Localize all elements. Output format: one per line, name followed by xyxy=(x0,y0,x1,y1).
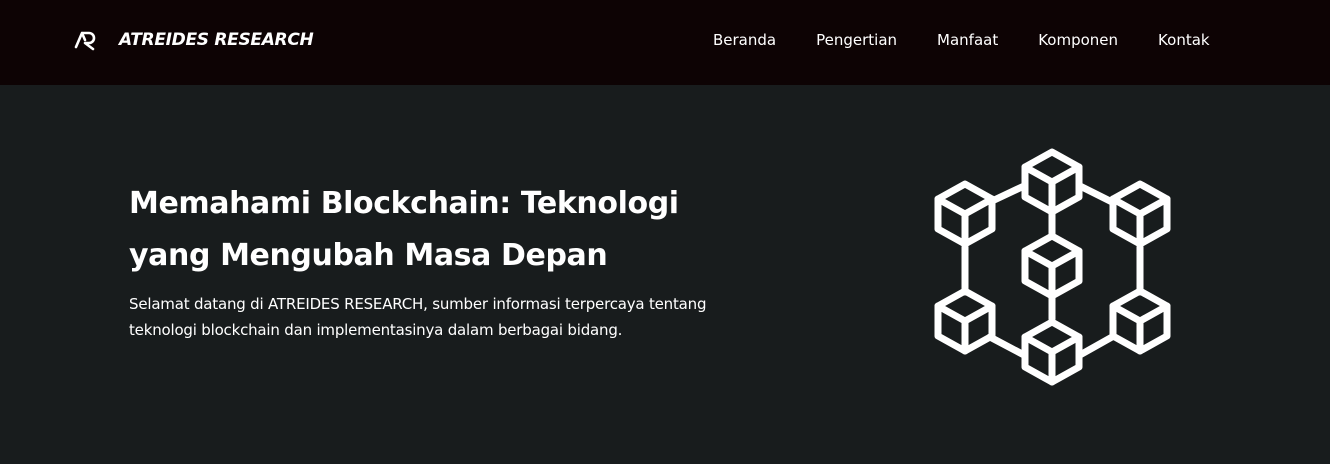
hero-description: Selamat datang di ATREIDES RESEARCH, sum… xyxy=(129,295,707,339)
navbar: ATREIDES RESEARCH Beranda Pengertian Man… xyxy=(0,0,1330,85)
blockchain-network-icon xyxy=(934,148,1171,386)
hero-section: Memahami Blockchain: Teknologi yang Meng… xyxy=(0,85,1330,464)
nav-menu: Beranda Pengertian Manfaat Komponen Kont… xyxy=(713,30,1210,50)
nav-item-pengertian[interactable]: Pengertian xyxy=(816,30,897,50)
brand-link[interactable]: ATREIDES RESEARCH xyxy=(74,28,314,52)
brand-name: ATREIDES RESEARCH xyxy=(119,30,314,50)
nav-item-komponen[interactable]: Komponen xyxy=(1038,30,1118,50)
nav-item-kontak[interactable]: Kontak xyxy=(1158,30,1210,50)
nav-item-beranda[interactable]: Beranda xyxy=(713,30,776,50)
atreides-logo-icon xyxy=(74,31,96,51)
nav-item-manfaat[interactable]: Manfaat xyxy=(937,30,998,50)
hero-title: Memahami Blockchain: Teknologi yang Meng… xyxy=(129,186,679,273)
